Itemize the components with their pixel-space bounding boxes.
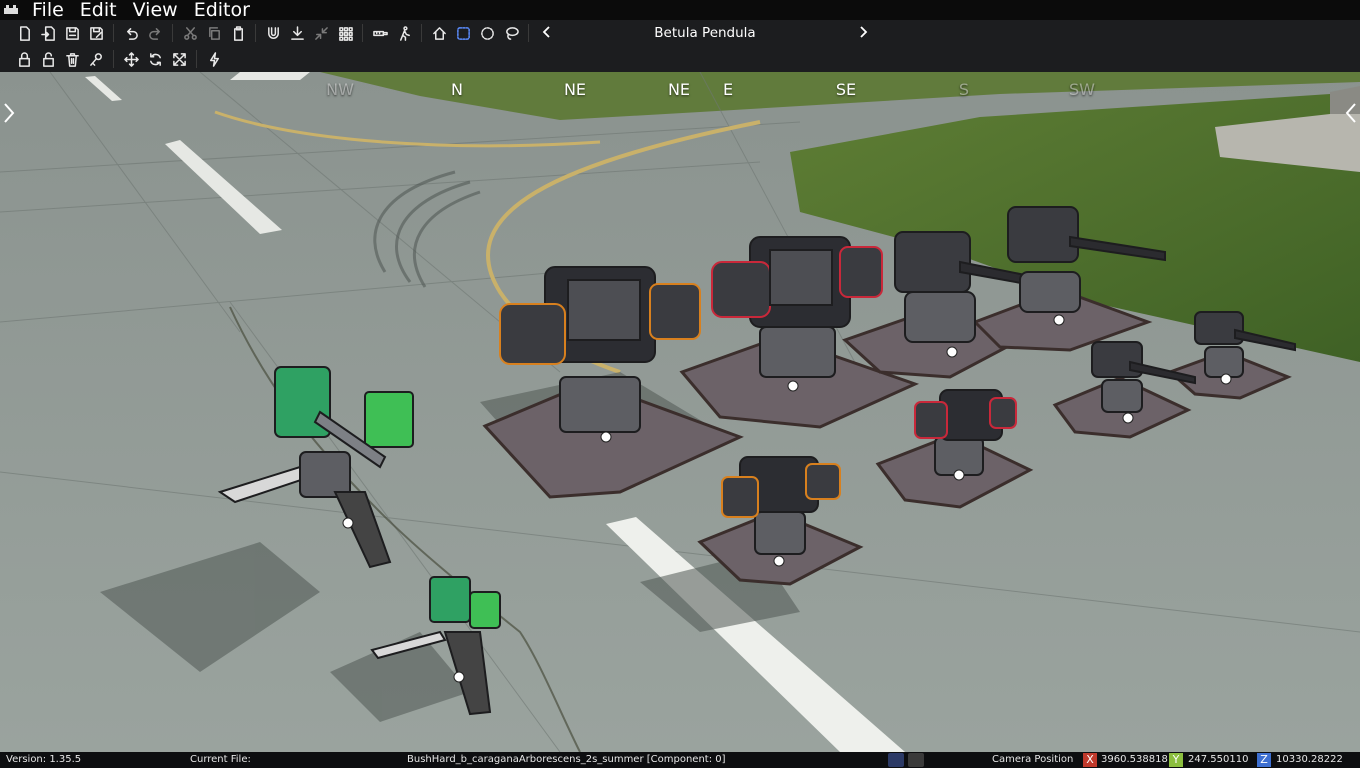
copy-icon[interactable] — [202, 22, 226, 44]
current-file-label: Current File: — [190, 754, 251, 765]
lightning-icon[interactable] — [202, 48, 226, 70]
unlock-icon[interactable] — [36, 48, 60, 70]
save-as-icon[interactable] — [84, 22, 108, 44]
scene-render — [0, 72, 1360, 752]
compass-s: S — [958, 80, 970, 99]
collapse-icon[interactable] — [309, 22, 333, 44]
trash-icon[interactable] — [60, 48, 84, 70]
camera-z-value: 10330.28222 — [1276, 754, 1343, 765]
separator — [528, 24, 529, 42]
compass-ne: NE — [563, 80, 587, 99]
compass-se: SE — [835, 80, 857, 99]
new-file-icon[interactable] — [12, 22, 36, 44]
chevron-left-icon[interactable] — [540, 24, 554, 43]
camera-y-value: 247.550110 — [1188, 754, 1249, 765]
toolbar-row-2 — [12, 46, 226, 72]
separator — [421, 24, 422, 42]
save-icon[interactable] — [60, 22, 84, 44]
compass-ne-2: NE — [667, 80, 691, 99]
move-icon[interactable] — [119, 48, 143, 70]
lasso-select-icon[interactable] — [499, 22, 523, 44]
toolbar-row-1 — [12, 20, 534, 46]
separator — [113, 24, 114, 42]
camera-mode-icon[interactable] — [888, 753, 904, 767]
magnet-icon[interactable] — [261, 22, 285, 44]
cut-icon[interactable] — [178, 22, 202, 44]
menu-view[interactable]: View — [123, 0, 184, 20]
toolbar: Betula Pendula — [0, 20, 1360, 72]
separator — [362, 24, 363, 42]
current-file-name: BushHard_b_caraganaArborescens_2s_summer… — [407, 754, 726, 765]
z-axis-badge: Z — [1257, 753, 1271, 767]
grid-icon[interactable] — [333, 22, 357, 44]
compass-e: E — [722, 80, 734, 99]
app-logo-icon — [0, 0, 22, 20]
separator — [255, 24, 256, 42]
camera-position-label: Camera Position — [992, 754, 1074, 765]
menu-editor[interactable]: Editor — [184, 0, 256, 20]
compass-n: N — [451, 80, 463, 99]
undo-icon[interactable] — [119, 22, 143, 44]
ruler-icon[interactable] — [368, 22, 392, 44]
separator — [172, 24, 173, 42]
drop-to-ground-icon[interactable] — [285, 22, 309, 44]
walk-icon[interactable] — [392, 22, 416, 44]
paste-icon[interactable] — [226, 22, 250, 44]
menu-file[interactable]: File — [22, 0, 70, 20]
circle-select-icon[interactable] — [475, 22, 499, 44]
asset-name: Betula Pendula — [654, 25, 756, 41]
x-axis-badge: X — [1083, 753, 1097, 767]
chevron-right-icon[interactable] — [856, 24, 870, 43]
lock-icon[interactable] — [12, 48, 36, 70]
y-axis-badge: Y — [1169, 753, 1183, 767]
compass-sw: SW — [1069, 80, 1095, 99]
video-camera-icon[interactable] — [908, 753, 924, 767]
scene-viewport[interactable]: NW N NE NE E SE S SW — [0, 72, 1360, 752]
home-icon[interactable] — [427, 22, 451, 44]
expand-right-panel-chevron-left-icon[interactable] — [1342, 98, 1360, 128]
status-bar: Version: 1.35.5 Current File: BushHard_b… — [0, 752, 1360, 768]
menu-bar: File Edit View Editor — [0, 0, 1360, 20]
expand-left-panel-chevron-right-icon[interactable] — [0, 98, 18, 128]
key-icon[interactable] — [84, 48, 108, 70]
rect-select-icon[interactable] — [451, 22, 475, 44]
separator — [196, 50, 197, 68]
menu-edit[interactable]: Edit — [70, 0, 123, 20]
asset-navigator: Betula Pendula — [540, 20, 870, 46]
compass-nw: NW — [326, 80, 354, 99]
scale-icon[interactable] — [167, 48, 191, 70]
camera-x-value: 3960.538818 — [1101, 754, 1168, 765]
rotate-icon[interactable] — [143, 48, 167, 70]
import-icon[interactable] — [36, 22, 60, 44]
separator — [113, 50, 114, 68]
redo-icon[interactable] — [143, 22, 167, 44]
version-text: Version: 1.35.5 — [6, 754, 82, 765]
